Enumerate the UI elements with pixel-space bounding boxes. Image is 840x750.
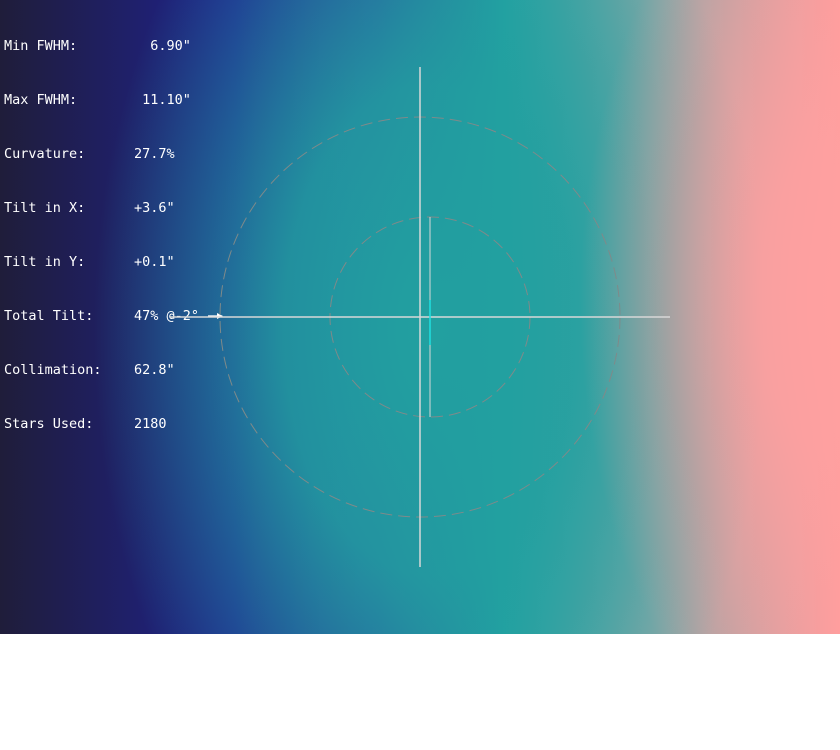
collimation-overlay [170, 67, 670, 567]
aberration-inspector-canvas: Min FWHM: 6.90" Max FWHM: 11.10" Curvatu… [0, 0, 840, 634]
